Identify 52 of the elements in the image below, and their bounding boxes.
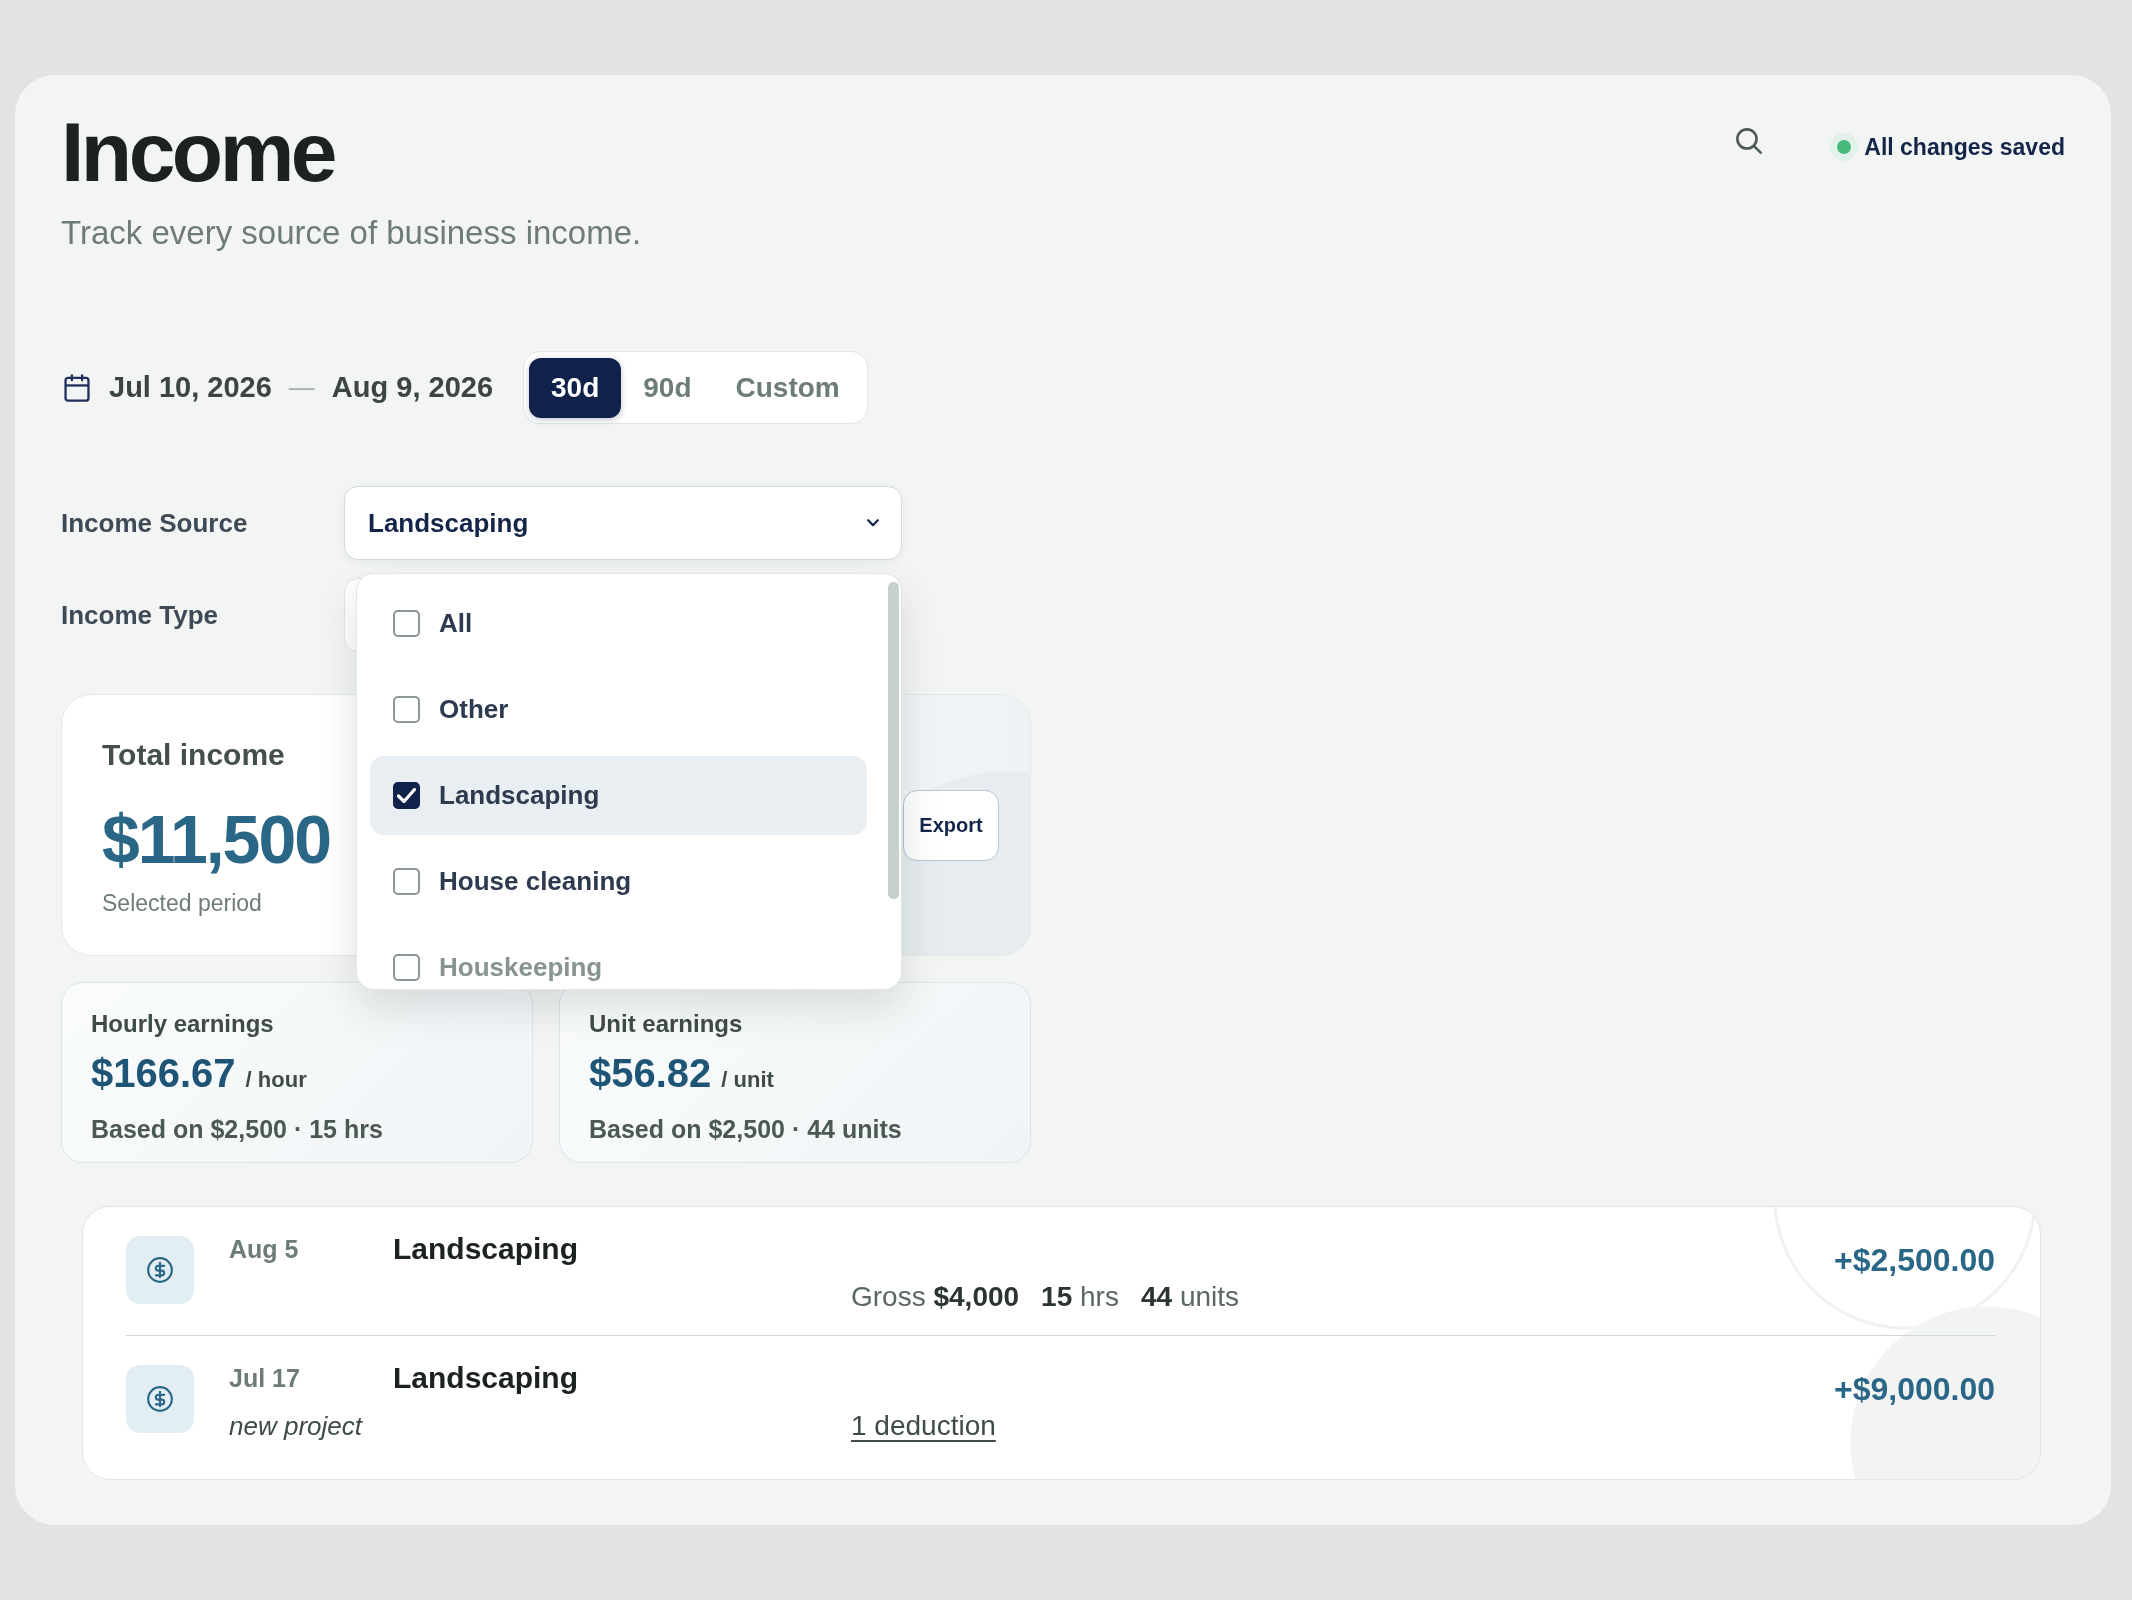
transaction-name: Landscaping <box>393 1361 579 1395</box>
transaction-name: Landscaping <box>393 1232 579 1266</box>
metric-title: Hourly earnings <box>91 1009 275 1039</box>
checkbox[interactable] <box>393 782 420 809</box>
period-caption: Selected period <box>102 890 263 916</box>
chevron-down-icon <box>867 519 879 527</box>
checkbox[interactable] <box>393 868 420 895</box>
transaction-detail: 15 hrs <box>1041 1280 1119 1314</box>
dollar-icon <box>126 1236 194 1304</box>
transaction-amount: +$2,500.00 <box>1833 1241 1995 1280</box>
end-date: Aug 9, 2026 <box>331 371 494 404</box>
calendar-icon[interactable] <box>64 373 90 402</box>
metric-title: Unit earnings <box>589 1009 744 1039</box>
metric-value: $56.82 <box>589 1050 712 1097</box>
search-icon[interactable] <box>1736 128 1763 154</box>
dollar-icon <box>126 1365 194 1433</box>
transaction-detail: Gross $4,000 <box>851 1280 1020 1314</box>
page-title: Income <box>61 104 336 201</box>
metric-basis: Based on $2,500 · 15 hrs <box>91 1114 384 1145</box>
transaction-note: new project <box>229 1410 362 1443</box>
total-amount: $11,500 <box>102 800 331 879</box>
dropdown-option[interactable]: Other <box>370 670 867 749</box>
scrollbar[interactable] <box>888 582 899 899</box>
deductions-link[interactable]: 1 deduction <box>851 1408 996 1444</box>
select-field[interactable]: Landscaping <box>344 486 902 560</box>
page-subtitle: Track every source of business income. <box>61 213 642 253</box>
date-separator: — <box>288 372 315 403</box>
dropdown-option[interactable]: Landscaping <box>370 756 867 835</box>
metric-basis: Based on $2,500 · 44 units <box>589 1114 903 1145</box>
checkmark-icon <box>397 788 416 803</box>
period-tab[interactable]: 90d <box>621 357 714 418</box>
transaction-date: Jul 17 <box>229 1363 300 1394</box>
status-dot-icon <box>1830 133 1859 161</box>
metric-unit: / unit <box>721 1066 774 1094</box>
metric-unit: / hour <box>245 1066 307 1094</box>
card-title: Total income <box>102 737 286 773</box>
dropdown-option[interactable]: House cleaning <box>370 842 867 921</box>
filter-label: Income Source <box>61 507 249 539</box>
checkbox[interactable] <box>393 696 420 723</box>
filter-label: Income Type <box>61 599 219 631</box>
checkbox[interactable] <box>393 610 420 637</box>
metric-value: $166.67 <box>91 1050 236 1097</box>
save-status: All changes saved <box>1864 133 2065 161</box>
start-date: Jul 10, 2026 <box>109 371 272 404</box>
transaction-date: Aug 5 <box>229 1234 299 1265</box>
transaction-amount: +$9,000.00 <box>1833 1370 1995 1409</box>
transaction-detail: 44 units <box>1140 1280 1240 1314</box>
export-button[interactable]: Export <box>903 789 999 861</box>
checkbox[interactable] <box>393 954 420 981</box>
period-tab[interactable]: 30d <box>529 357 622 418</box>
dropdown-option[interactable]: All <box>370 584 867 663</box>
period-tab[interactable]: Custom <box>713 357 862 418</box>
